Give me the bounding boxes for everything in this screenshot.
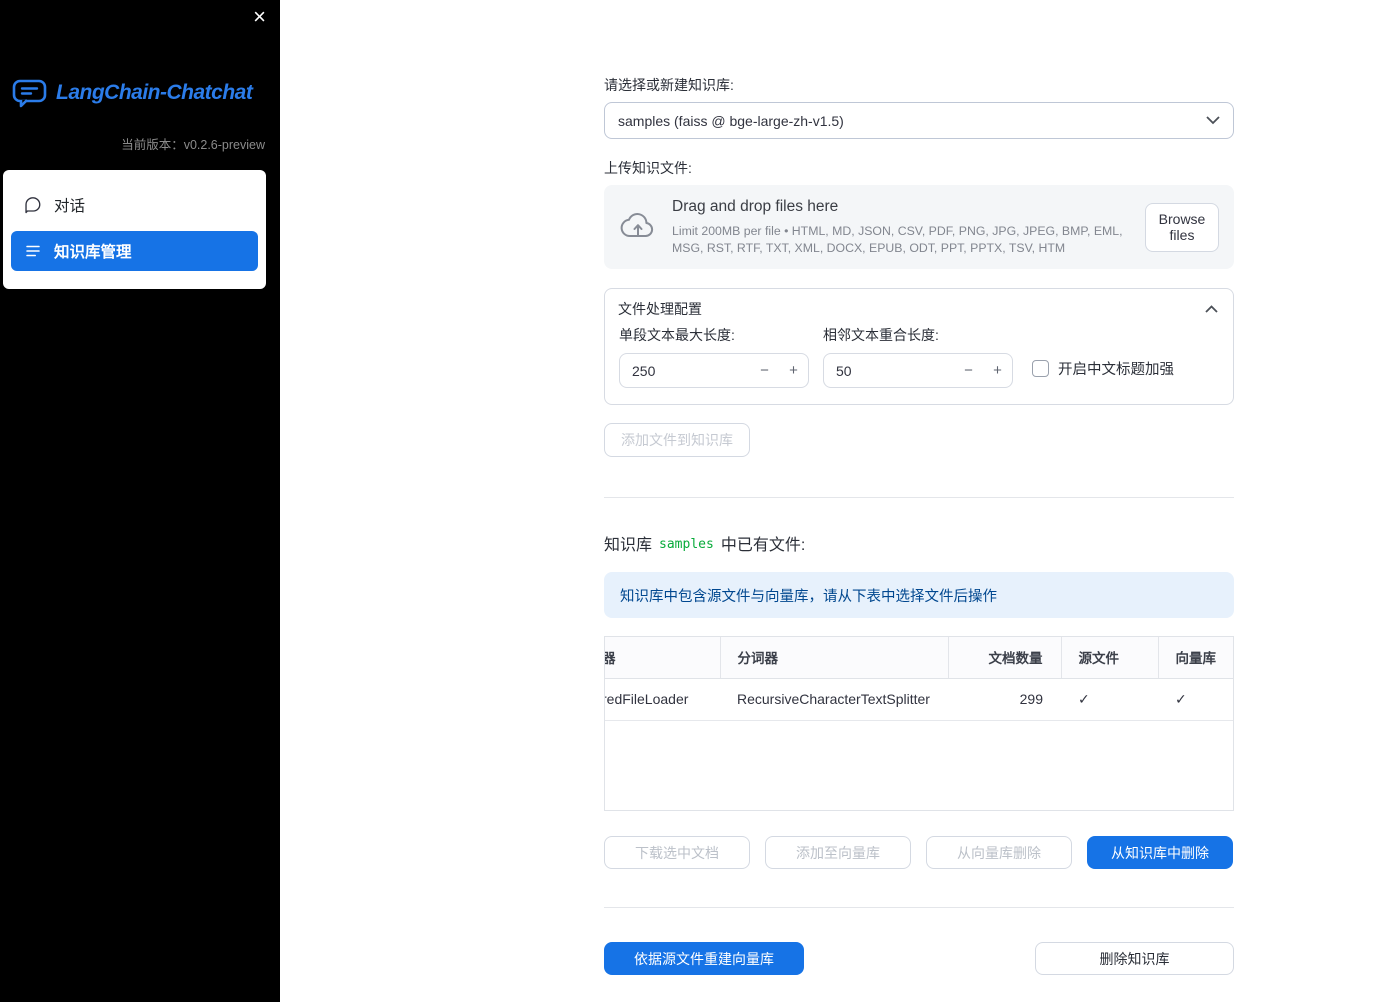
dropzone-limit: Limit 200MB per file • HTML, MD, JSON, C…	[672, 224, 1123, 255]
table-empty-area	[605, 720, 1233, 810]
table-header-row: 器 分词器 文档数量 源文件 向量库	[605, 637, 1233, 679]
list-icon	[26, 245, 40, 257]
file-action-buttons: 下载选中文档 添加至向量库 从向量库删除 从知识库中删除	[604, 836, 1234, 869]
overlap-size-input[interactable]	[824, 362, 954, 379]
expander-toggle[interactable]: 文件处理配置	[605, 289, 1233, 319]
kb-files-prefix: 知识库	[604, 537, 653, 554]
kb-files-heading: 知识库 samples 中已有文件:	[604, 531, 1234, 555]
checkbox-label: 开启中文标题加强	[1058, 362, 1174, 378]
chevron-up-icon	[1205, 305, 1218, 313]
sidebar-menu: 对话 知识库管理	[3, 170, 266, 289]
chunk-size-label: 单段文本最大长度:	[619, 327, 735, 343]
cell-loader: redFileLoader	[605, 678, 720, 721]
expander-title: 文件处理配置	[618, 301, 702, 317]
expander-body: 单段文本最大长度: − + 相邻文本重合长度: − +	[605, 319, 1233, 404]
plus-button[interactable]: +	[779, 362, 808, 379]
file-dropzone[interactable]: Drag and drop files here Limit 200MB per…	[604, 185, 1234, 269]
kb-name-code: samples	[659, 536, 714, 552]
dropzone-title: Drag and drop files here	[672, 198, 839, 216]
minus-button[interactable]: −	[954, 362, 983, 379]
col-header-loader[interactable]: 器	[605, 637, 721, 679]
file-config-expander: 文件处理配置 单段文本最大长度: − +	[604, 288, 1234, 405]
logo-chat-bubble-icon	[12, 79, 47, 108]
plus-button[interactable]: +	[983, 362, 1012, 379]
kb-select-value: samples (faiss @ bge-large-zh-v1.5)	[618, 112, 844, 129]
col-header-splitter[interactable]: 分词器	[720, 637, 949, 679]
info-banner-text: 知识库中包含源文件与向量库，请从下表中选择文件后操作	[620, 588, 997, 605]
cell-doc-count: 299	[948, 678, 1061, 721]
add-to-vectorstore-button[interactable]: 添加至向量库	[765, 836, 911, 869]
divider	[604, 497, 1234, 498]
chevron-down-icon	[1206, 116, 1220, 125]
delete-kb-button[interactable]: 删除知识库	[1035, 942, 1234, 975]
chat-bubble-icon	[25, 197, 41, 214]
dropzone-text: Drag and drop files here Limit 200MB per…	[672, 198, 1129, 255]
kb-select-label: 请选择或新建知识库:	[604, 77, 734, 93]
kb-select[interactable]: samples (faiss @ bge-large-zh-v1.5)	[604, 102, 1234, 139]
browse-files-button[interactable]: Browse files	[1145, 202, 1219, 252]
kb-management-buttons: 依据源文件重建向量库 删除知识库	[604, 942, 1234, 975]
chunk-size-input-wrap: − +	[619, 353, 809, 388]
sidebar-item-knowledge-base[interactable]: 知识库管理	[11, 231, 258, 271]
col-header-vector-store[interactable]: 向量库	[1158, 637, 1233, 679]
overlap-size-input-wrap: − +	[823, 353, 1013, 388]
col-header-source-file[interactable]: 源文件	[1061, 637, 1159, 679]
delete-from-kb-button[interactable]: 从知识库中删除	[1087, 836, 1233, 869]
sidebar: × LangChain-Chatchat 当前版本：v0.2.6-preview…	[0, 0, 280, 1002]
cell-source-file-check: ✓	[1061, 678, 1158, 721]
upload-label: 上传知识文件:	[604, 160, 692, 176]
overlap-size-group: 相邻文本重合长度: − +	[823, 325, 1013, 388]
sidebar-close-icon[interactable]: ×	[253, 4, 266, 30]
cell-vector-store-check: ✓	[1158, 678, 1233, 721]
add-files-button[interactable]: 添加文件到知识库	[604, 423, 750, 457]
divider	[604, 907, 1234, 908]
cloud-upload-icon	[620, 213, 654, 238]
app-logo: LangChain-Chatchat	[12, 78, 272, 108]
cell-splitter: RecursiveCharacterTextSplitter	[720, 678, 948, 721]
sidebar-item-chat[interactable]: 对话	[11, 185, 258, 225]
overlap-size-label: 相邻文本重合长度:	[823, 327, 939, 343]
kb-files-suffix: 中已有文件:	[720, 537, 806, 554]
kb-files-table: 器 分词器 文档数量 源文件 向量库 redFileLoader Recursi…	[604, 636, 1234, 811]
app-root: × LangChain-Chatchat 当前版本：v0.2.6-preview…	[0, 0, 1380, 1002]
chunk-size-input[interactable]	[620, 362, 750, 379]
zh-title-enhance-checkbox[interactable]: 开启中文标题加强	[1032, 358, 1174, 379]
chunk-size-group: 单段文本最大长度: − +	[619, 325, 809, 388]
table-row[interactable]: redFileLoader RecursiveCharacterTextSpli…	[605, 678, 1233, 721]
checkbox-square	[1032, 360, 1049, 377]
download-selected-button[interactable]: 下载选中文档	[604, 836, 750, 869]
col-header-doc-count[interactable]: 文档数量	[948, 637, 1062, 679]
info-banner: 知识库中包含源文件与向量库，请从下表中选择文件后操作	[604, 572, 1234, 618]
minus-button[interactable]: −	[750, 362, 779, 379]
sidebar-item-label: 对话	[54, 198, 86, 215]
delete-from-vectorstore-button[interactable]: 从向量库删除	[926, 836, 1072, 869]
version-label: 当前版本：v0.2.6-preview	[121, 138, 265, 152]
main-content: 请选择或新建知识库: samples (faiss @ bge-large-zh…	[280, 0, 1380, 1002]
logo-text: LangChain-Chatchat	[56, 81, 253, 104]
rebuild-vectorstore-button[interactable]: 依据源文件重建向量库	[604, 942, 804, 975]
sidebar-item-label: 知识库管理	[54, 244, 132, 261]
